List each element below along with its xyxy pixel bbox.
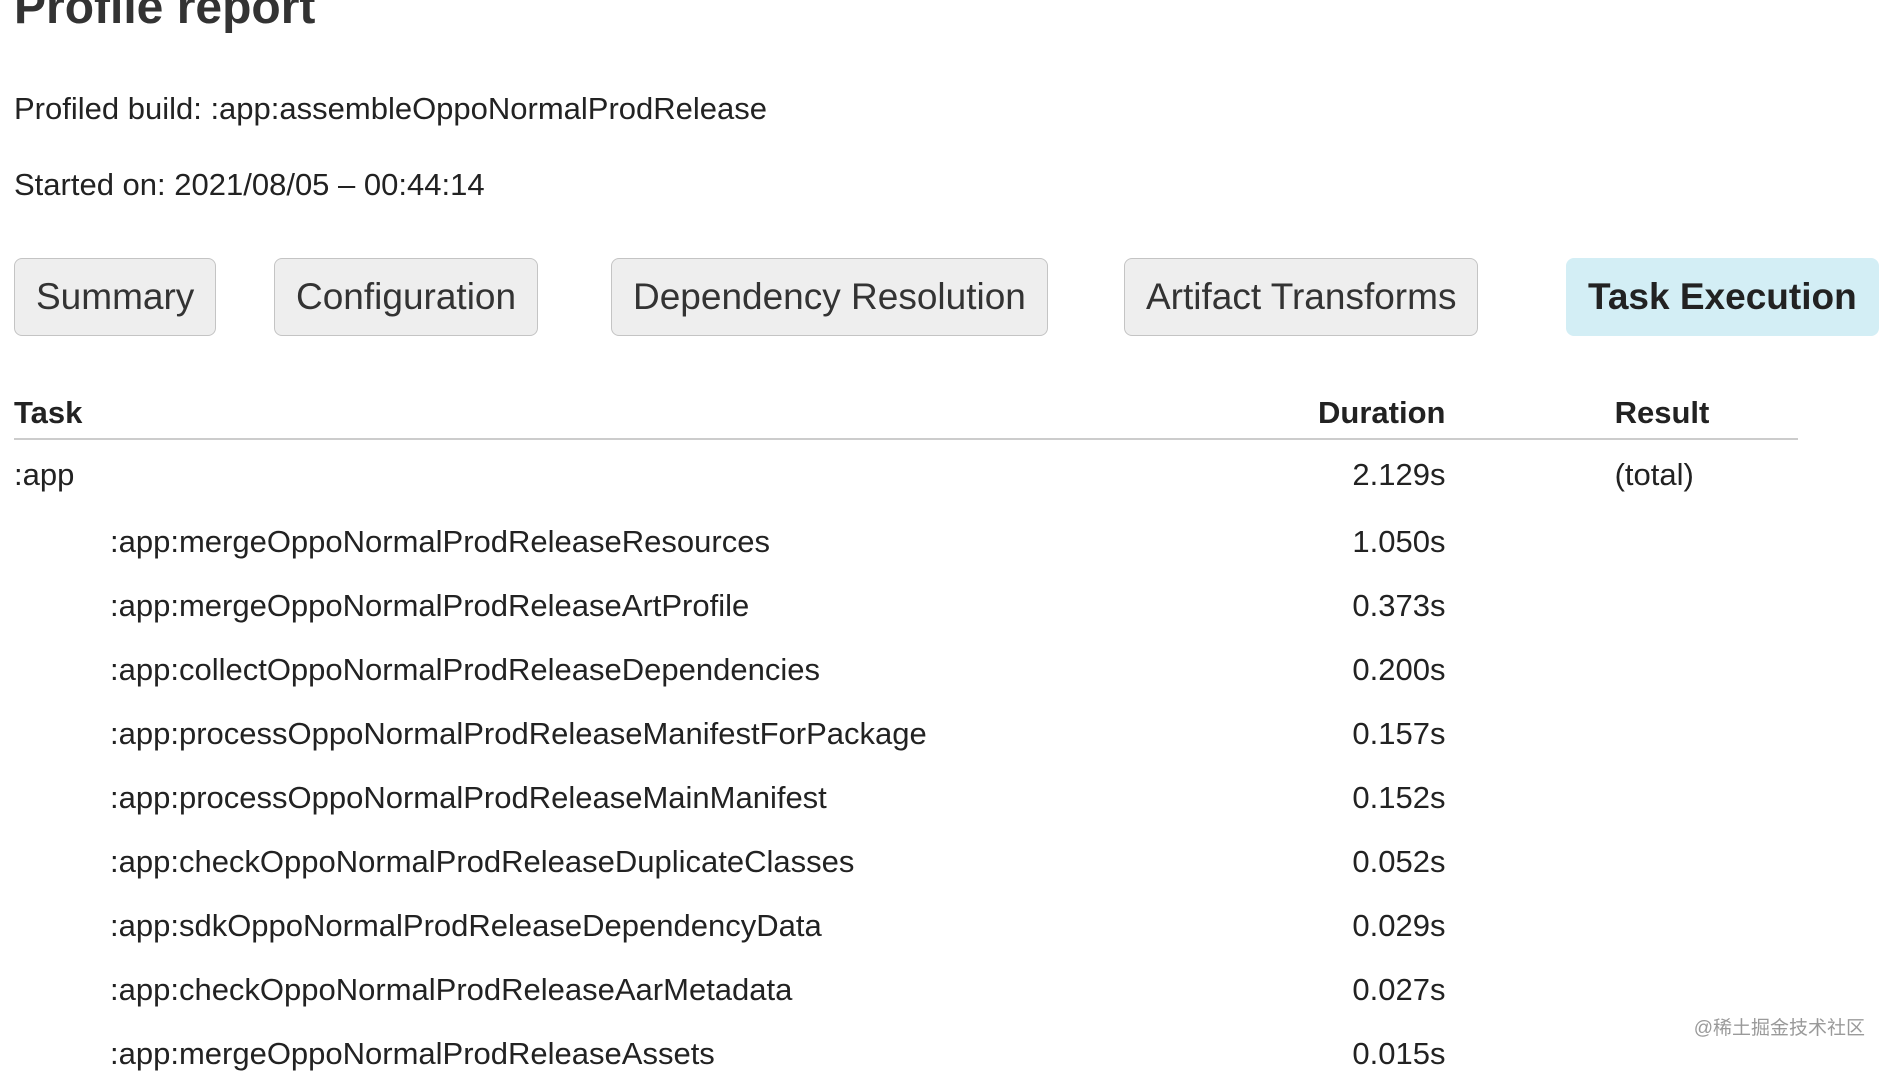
task-duration: 0.157s bbox=[1352, 716, 1446, 751]
task-execution-table: Task Duration Result :app 2.129s (total)… bbox=[14, 388, 1798, 1086]
task-duration: 0.015s bbox=[1352, 1036, 1446, 1071]
table-row: :app:processOppoNormalProdReleaseMainMan… bbox=[14, 766, 1798, 830]
task-duration: 0.152s bbox=[1352, 780, 1446, 815]
tab-dependency-resolution[interactable]: Dependency Resolution bbox=[611, 258, 1048, 336]
task-duration: 0.052s bbox=[1352, 844, 1446, 879]
table-row: :app:collectOppoNormalProdReleaseDepende… bbox=[14, 638, 1798, 702]
table-row: :app 2.129s (total) bbox=[14, 439, 1798, 510]
task-name: :app:sdkOppoNormalProdReleaseDependencyD… bbox=[110, 908, 822, 943]
tab-task-execution[interactable]: Task Execution bbox=[1566, 258, 1879, 336]
tab-configuration[interactable]: Configuration bbox=[274, 258, 539, 336]
tab-artifact-transforms[interactable]: Artifact Transforms bbox=[1124, 258, 1479, 336]
started-on-text: Started on: 2021/08/05 – 00:44:14 bbox=[14, 167, 485, 202]
table-row: :app:checkOppoNormalProdReleaseAarMetada… bbox=[14, 958, 1798, 1022]
task-result bbox=[1615, 894, 1798, 958]
task-result bbox=[1615, 702, 1798, 766]
task-duration: 0.373s bbox=[1352, 588, 1446, 623]
table-row: :app:checkOppoNormalProdReleaseDuplicate… bbox=[14, 830, 1798, 894]
report-tabs: Summary Configuration Dependency Resolut… bbox=[14, 258, 1892, 336]
task-duration: 2.129s bbox=[1352, 457, 1446, 492]
task-result bbox=[1615, 830, 1798, 894]
task-name: :app:collectOppoNormalProdReleaseDepende… bbox=[110, 652, 820, 687]
task-name: :app bbox=[14, 457, 75, 492]
table-header-row: Task Duration Result bbox=[14, 388, 1798, 440]
table-row: :app:mergeOppoNormalProdReleaseArtProfil… bbox=[14, 574, 1798, 638]
table-row: :app:processOppoNormalProdReleaseManifes… bbox=[14, 702, 1798, 766]
task-result bbox=[1615, 638, 1798, 702]
task-result bbox=[1615, 574, 1798, 638]
task-result bbox=[1615, 766, 1798, 830]
task-name: :app:processOppoNormalProdReleaseManifes… bbox=[110, 716, 927, 751]
column-spacer bbox=[1445, 388, 1615, 440]
page-title: Profile report bbox=[14, 0, 316, 34]
result-column-header: Result bbox=[1614, 388, 1798, 440]
duration-column-header: Duration bbox=[1318, 388, 1446, 440]
task-column-header: Task bbox=[14, 388, 1319, 440]
task-duration: 1.050s bbox=[1352, 524, 1446, 559]
task-name: :app:mergeOppoNormalProdReleaseResources bbox=[110, 524, 770, 559]
table-row: :app:mergeOppoNormalProdReleaseAssets 0.… bbox=[14, 1022, 1798, 1086]
task-name: :app:checkOppoNormalProdReleaseDuplicate… bbox=[110, 844, 855, 879]
task-name: :app:mergeOppoNormalProdReleaseAssets bbox=[110, 1036, 715, 1071]
tab-summary[interactable]: Summary bbox=[14, 258, 217, 336]
task-duration: 0.027s bbox=[1352, 972, 1446, 1007]
task-result: (total) bbox=[1614, 457, 1694, 492]
task-duration: 0.200s bbox=[1352, 652, 1446, 687]
task-name: :app:checkOppoNormalProdReleaseAarMetada… bbox=[110, 972, 793, 1007]
watermark-text: @稀土掘金技术社区 bbox=[1693, 1018, 1865, 1039]
table-row: :app:mergeOppoNormalProdReleaseResources… bbox=[14, 510, 1798, 574]
task-result bbox=[1615, 510, 1798, 574]
task-name: :app:mergeOppoNormalProdReleaseArtProfil… bbox=[110, 588, 750, 623]
profiled-build-text: Profiled build: :app:assembleOppoNormalP… bbox=[14, 91, 768, 126]
task-duration: 0.029s bbox=[1352, 908, 1446, 943]
task-name: :app:processOppoNormalProdReleaseMainMan… bbox=[110, 780, 827, 815]
table-row: :app:sdkOppoNormalProdReleaseDependencyD… bbox=[14, 894, 1798, 958]
